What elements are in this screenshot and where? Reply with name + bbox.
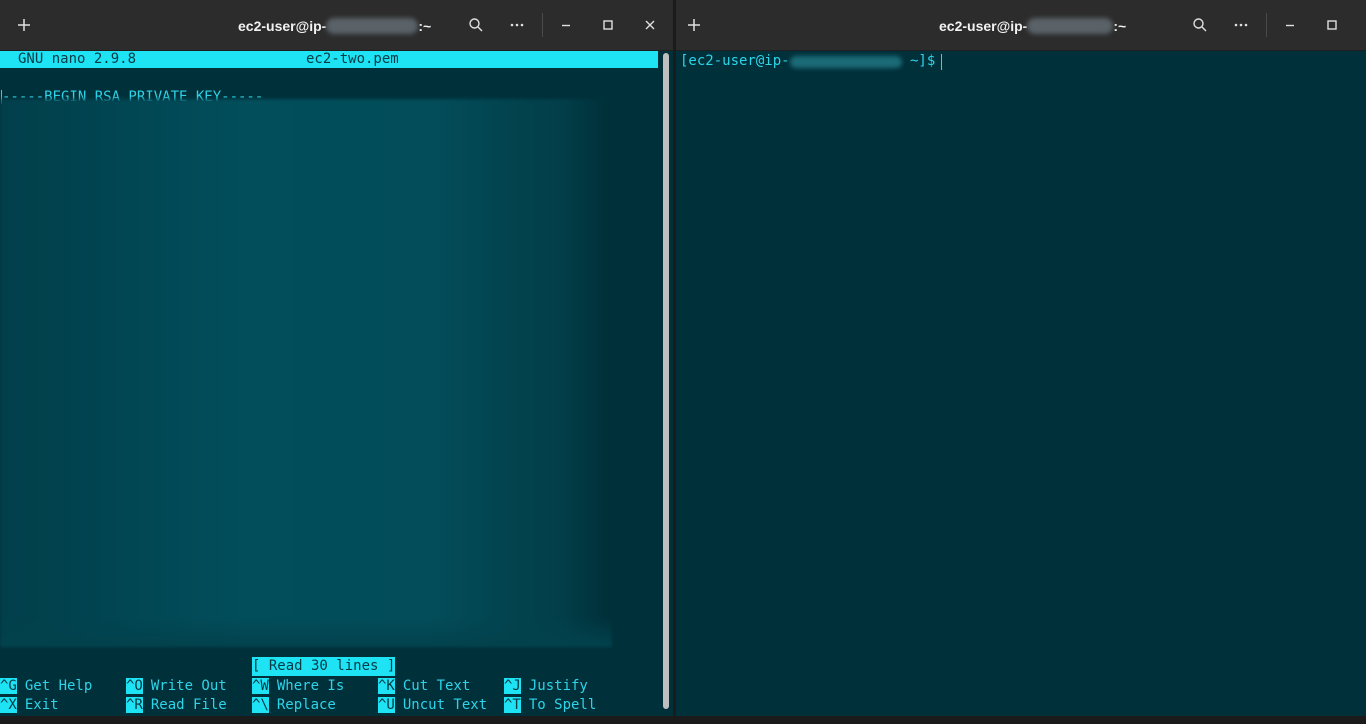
shortcut-to-spell[interactable]: ^T To Spell: [504, 696, 596, 715]
nano-header-bar: GNU nano 2.9.8 ec2-two.pem: [0, 51, 658, 68]
nano-filename: ec2-two.pem: [306, 51, 399, 67]
left-titlebar[interactable]: ec2-user@ip- :~: [0, 0, 673, 51]
left-scrollbar[interactable]: [659, 51, 673, 716]
shortcut-where-is[interactable]: ^W Where Is: [252, 677, 344, 696]
right-terminal-window[interactable]: ec2-user@ip- :~ [ec2-user@ip- ~]$: [676, 0, 1366, 716]
title-prefix: ec2-user@ip-: [238, 18, 327, 34]
nano-editor[interactable]: GNU nano 2.9.8 ec2-two.pem -----BEGIN RS…: [0, 51, 659, 716]
shortcut-justify[interactable]: ^J Justify: [504, 677, 588, 696]
maximize-icon[interactable]: [1316, 9, 1348, 41]
redacted-hostname: [789, 55, 902, 68]
shortcut-uncut-text[interactable]: ^U Uncut Text: [378, 696, 487, 715]
title-suffix: :~: [418, 18, 432, 34]
titlebar-separator: [1266, 13, 1267, 37]
search-icon[interactable]: [1184, 9, 1216, 41]
right-titlebar[interactable]: ec2-user@ip- :~: [676, 0, 1366, 51]
redacted-hostname: [326, 18, 419, 34]
redacted-hostname: [1027, 18, 1114, 34]
window-title: ec2-user@ip- :~: [238, 16, 431, 36]
shortcut-cut-text[interactable]: ^K Cut Text: [378, 677, 470, 696]
more-icon[interactable]: [1225, 9, 1257, 41]
plus-icon[interactable]: [8, 9, 40, 41]
title-suffix: :~: [1113, 18, 1127, 34]
scrollbar-thumb[interactable]: [663, 53, 669, 709]
plus-icon[interactable]: [678, 9, 710, 41]
nano-version: GNU nano 2.9.8: [18, 51, 137, 67]
shell-terminal[interactable]: [ec2-user@ip- ~]$: [676, 51, 1366, 716]
window-title: ec2-user@ip- :~: [939, 16, 1126, 36]
more-icon[interactable]: [501, 9, 533, 41]
search-icon[interactable]: [460, 9, 492, 41]
minimize-icon[interactable]: [550, 9, 582, 41]
titlebar-separator: [542, 13, 543, 37]
terminal-cursor: [941, 53, 943, 70]
shortcut-exit[interactable]: ^X Exit: [0, 696, 59, 715]
shell-prompt: [ec2-user@ip- ~]$: [680, 52, 943, 71]
redacted-key-content: [0, 99, 612, 647]
nano-status-message: [ Read 30 lines ]: [252, 657, 396, 676]
minimize-icon[interactable]: [1274, 9, 1306, 41]
shortcut-write-out[interactable]: ^O Write Out: [126, 677, 227, 696]
shortcut-read-file[interactable]: ^R Read File: [126, 696, 227, 715]
prompt-suffix: ~]$: [901, 53, 936, 69]
title-prefix: ec2-user@ip-: [939, 18, 1028, 34]
left-terminal-window[interactable]: ec2-user@ip- :~ GNU nano 2.9.8 ec2-two.p…: [0, 0, 673, 716]
maximize-icon[interactable]: [592, 9, 624, 41]
shortcut-replace[interactable]: ^\ Replace: [252, 696, 336, 715]
prompt-prefix: [ec2-user@ip-: [680, 53, 790, 69]
shortcut-get-help[interactable]: ^G Get Help: [0, 677, 92, 696]
close-icon[interactable]: [634, 9, 666, 41]
